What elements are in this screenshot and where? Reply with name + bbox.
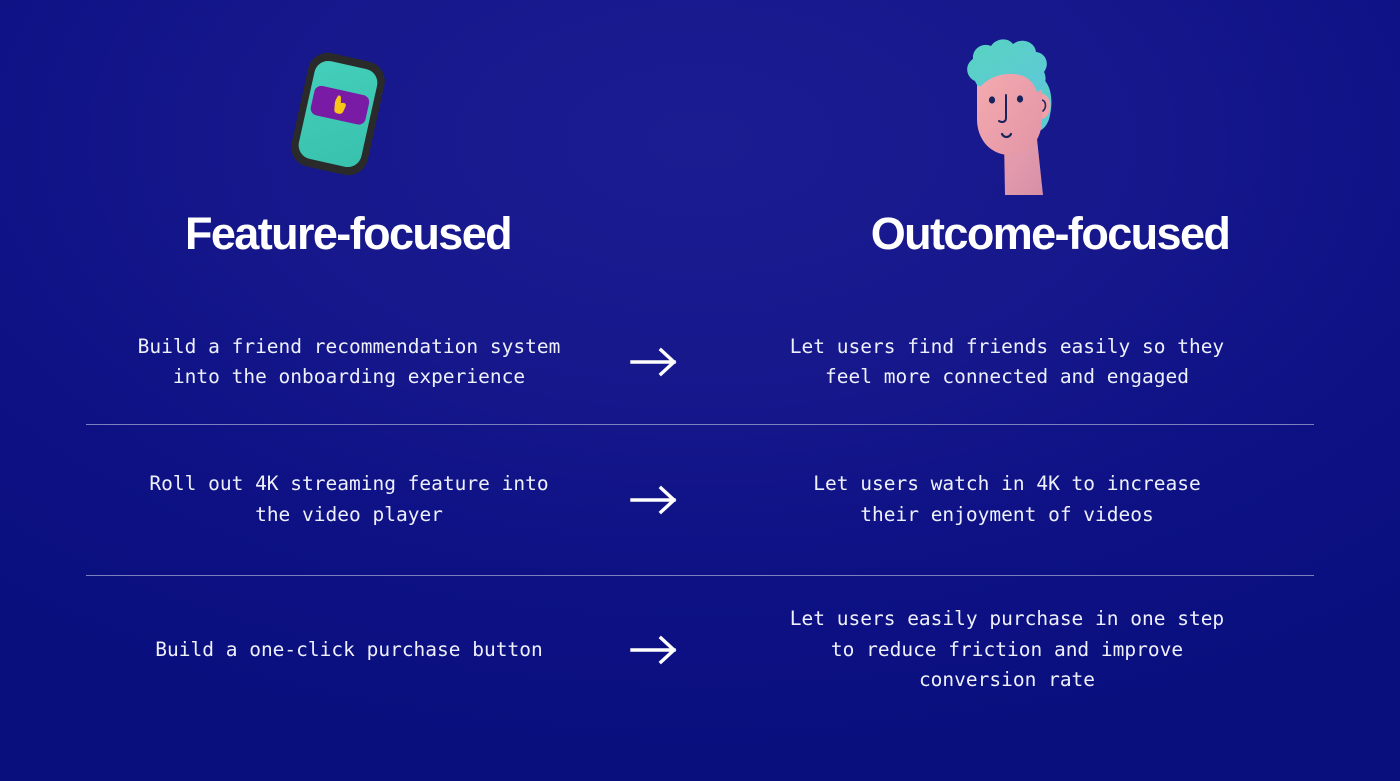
- heading-feature-focused: Feature-focused: [184, 208, 513, 259]
- row-divider: [86, 575, 1314, 576]
- table-row: Build a friend recommendation system int…: [0, 300, 1400, 424]
- phone-illustration: [283, 48, 393, 180]
- feature-text: Build a one-click purchase button: [155, 637, 543, 661]
- phone-screen: [295, 58, 381, 170]
- slide-root: Feature-focused Outcome-focused Build a …: [0, 0, 1400, 781]
- face-illustration: [942, 35, 1082, 195]
- comparison-table: Build a friend recommendation system int…: [0, 300, 1400, 725]
- arrow-connector: [612, 635, 700, 665]
- outcome-text: Let users watch in 4K to increase their …: [813, 472, 1201, 526]
- illustration-row: [0, 0, 1400, 200]
- feature-text: Roll out 4K streaming feature into the v…: [149, 472, 549, 526]
- phone-body: [287, 48, 389, 180]
- outcome-text: Let users easily purchase in one step to…: [789, 607, 1225, 692]
- heading-outcome-focused: Outcome-focused: [870, 208, 1231, 259]
- column-headings: Feature-focused Outcome-focused: [0, 205, 1400, 267]
- outcome-text: Let users find friends easily so they fe…: [789, 334, 1225, 389]
- arrow-connector: [612, 347, 700, 377]
- eye-left: [988, 96, 996, 104]
- arrow-right-icon: [630, 635, 677, 665]
- row-divider: [86, 424, 1314, 425]
- arrow-connector: [612, 485, 700, 515]
- eye-right: [1016, 95, 1024, 103]
- table-row: Roll out 4K streaming feature into the v…: [0, 424, 1400, 575]
- arrow-right-icon: [630, 347, 677, 377]
- table-row: Build a one-click purchase button Let us…: [0, 575, 1400, 725]
- phone-content-card: [309, 84, 371, 126]
- cursor-icon: [334, 95, 346, 114]
- face-svg: [967, 39, 1052, 195]
- feature-text: Build a friend recommendation system int…: [137, 334, 561, 389]
- arrow-right-icon: [630, 485, 677, 514]
